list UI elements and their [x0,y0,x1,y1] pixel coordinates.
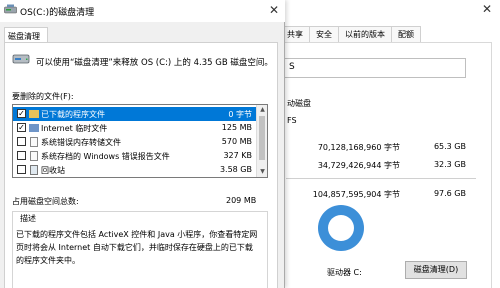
list-item-recycle-bin[interactable]: 回收站 3.58 GB [13,163,256,177]
drive-name-field[interactable]: S [284,58,466,78]
hard-drive-icon [12,54,30,64]
disk-cleanup-icon [4,4,17,14]
list-item-downloaded-program-files[interactable]: ✓ 已下载的程序文件 0 字节 [13,107,256,121]
file-icon [30,151,38,161]
checkbox[interactable] [17,137,26,146]
properties-titlebar: ✕ [280,0,500,20]
disk-cleanup-button[interactable]: 磁盘清理(D) [405,261,467,279]
capacity-bytes: 104,857,595,904 字节 [312,190,400,199]
file-name: Internet 临时文件 [41,124,108,133]
file-size: 0 字节 [228,110,252,119]
checkbox[interactable]: ✓ [17,109,26,118]
list-item-internet-temp-files[interactable]: ✓ Internet 临时文件 125 MB [13,121,256,135]
checkbox[interactable] [17,165,26,174]
files-to-delete-list[interactable]: ✓ 已下载的程序文件 0 字节 ✓ Internet 临时文件 125 MB 系… [12,104,268,178]
checkbox[interactable]: ✓ [17,123,26,132]
file-size: 570 MB [221,137,252,146]
description-line: 的程序文件夹中。 [16,256,80,265]
folder-icon [29,110,39,118]
file-name: 已下载的程序文件 [41,110,105,119]
disk-usage-donut-chart [318,205,364,251]
file-name: 系统存档的 Windows 错误报告文件 [41,152,170,161]
lock-icon [29,124,39,132]
used-bytes: 70,128,168,960 字节 [317,143,400,152]
disk-cleanup-dialog: OS(C:)的磁盘清理 ✕ 磁盘清理 可以使用“磁盘清理”来释放 OS (C:)… [0,0,285,288]
scroll-up-icon[interactable]: ▲ [257,105,267,115]
properties-close-icon[interactable]: ✕ [482,2,492,16]
free-bytes: 34,729,426,944 字节 [317,161,400,170]
total-space-label: 占用磁盘空间总数: [12,197,79,206]
free-size: 32.3 GB [433,160,466,169]
checkbox[interactable] [17,151,26,160]
intro-text: 可以使用“磁盘清理”来释放 OS (C:) 上的 4.35 GB 磁盘空间。 [36,58,273,68]
tab-disk-cleanup[interactable]: 磁盘清理 [4,27,48,43]
scroll-thumb[interactable] [259,116,265,160]
list-item-memory-dump-files[interactable]: 系统错误内存转储文件 570 MB [13,135,256,149]
description-line: 已下载的程序文件包括 ActiveX 控件和 Java 小程序，你查看特定网 [16,230,258,239]
file-icon [30,137,38,147]
drive-label: 驱动器 C: [327,268,362,277]
separator [286,178,476,179]
file-size: 125 MB [221,123,252,132]
list-item-error-report-files[interactable]: 系统存档的 Windows 错误报告文件 327 KB [13,149,256,163]
dialog-close-icon[interactable]: ✕ [269,3,279,17]
file-size: 3.58 GB [219,165,252,174]
file-name: 系统错误内存转储文件 [41,138,121,147]
tab-quota[interactable]: 配额 [391,26,421,42]
tab-security[interactable]: 安全 [309,26,339,42]
file-name: 回收站 [41,166,65,175]
recycle-bin-icon [30,165,38,175]
description-line: 页时将会从 Internet 自动下载它们，并临时保存在硬盘上的已下载 [16,243,253,252]
files-to-delete-label: 要删除的文件(F): [12,92,74,101]
dialog-title: OS(C:)的磁盘清理 [20,8,95,18]
dialog-titlebar: OS(C:)的磁盘清理 ✕ [0,0,285,22]
total-space-value: 209 MB [226,196,257,205]
capacity-size: 97.6 GB [433,189,466,198]
filesystem-label: FS [287,116,297,125]
used-size: 65.3 GB [433,142,466,151]
scroll-down-icon[interactable]: ▼ [257,167,267,177]
file-size: 327 KB [223,151,252,160]
description-title: 描述 [18,213,38,224]
list-scrollbar[interactable]: ▲ ▼ [256,105,267,177]
tab-previous-versions[interactable]: 以前的版本 [338,26,392,42]
properties-tabs: 共享 安全 以前的版本 配额 [280,26,500,42]
drive-type-label: 动磁盘 [287,99,311,108]
